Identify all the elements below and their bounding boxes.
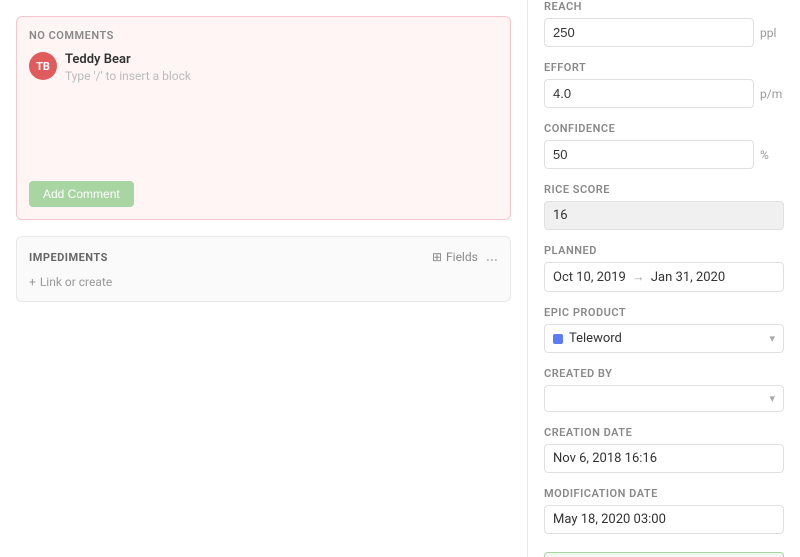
fields-label: Fields <box>446 250 478 264</box>
new-field-relation-button[interactable]: + New Field or Relation <box>544 552 784 557</box>
link-or-create-button[interactable]: + Link or create <box>29 275 498 289</box>
user-name: Teddy Bear <box>65 52 191 67</box>
planned-date-row[interactable]: Oct 10, 2019 → Jan 31, 2020 <box>544 262 784 292</box>
confidence-unit: % <box>760 148 784 162</box>
confidence-field-group: CONFIDENCE % <box>544 122 784 169</box>
plus-icon: + <box>29 275 36 289</box>
impediments-title: IMPEDIMENTS <box>29 251 108 264</box>
fields-icon: ⊞ <box>432 250 442 264</box>
modification-date-label: MODIFICATION DATE <box>544 487 784 500</box>
reach-input-row: ppl <box>544 18 784 47</box>
rice-score-label: RICE SCORE <box>544 183 784 196</box>
reach-unit: ppl <box>760 26 784 40</box>
modification-date-text: May 18, 2020 03:00 <box>553 512 666 527</box>
reach-label: REACH <box>544 0 784 13</box>
effort-input[interactable] <box>544 79 754 108</box>
confidence-label: CONFIDENCE <box>544 122 784 135</box>
comments-section: NO COMMENTS TB Teddy Bear Type '/' to in… <box>16 16 511 220</box>
creation-date-field-group: CREATION DATE Nov 6, 2018 16:16 <box>544 426 784 473</box>
planned-field-group: PLANNED Oct 10, 2019 → Jan 31, 2020 <box>544 244 784 292</box>
effort-unit: p/m <box>760 87 784 101</box>
rice-score-field-group: RICE SCORE 16 <box>544 183 784 230</box>
comment-body-area[interactable] <box>65 91 498 171</box>
epic-product-label: EPIC PRODUCT <box>544 306 784 319</box>
comment-user-row: TB Teddy Bear Type '/' to insert a block <box>29 52 498 83</box>
modification-date-field-group: MODIFICATION DATE May 18, 2020 03:00 <box>544 487 784 534</box>
epic-product-select[interactable]: Teleword ▾ <box>544 324 784 353</box>
left-panel: NO COMMENTS TB Teddy Bear Type '/' to in… <box>0 0 528 557</box>
planned-label: PLANNED <box>544 244 784 257</box>
creation-date-value: Nov 6, 2018 16:16 <box>544 444 784 473</box>
created-by-select[interactable]: ▾ <box>544 385 784 412</box>
creation-date-label: CREATION DATE <box>544 426 784 439</box>
link-create-label: Link or create <box>40 275 112 289</box>
created-by-label: CREATED BY <box>544 367 784 380</box>
impediments-section: IMPEDIMENTS ⊞ Fields ... + Link or creat… <box>16 236 511 302</box>
effort-input-row: p/m <box>544 79 784 108</box>
planned-arrow: → <box>632 269 645 285</box>
epic-value: Teleword <box>569 331 622 346</box>
planned-end: Jan 31, 2020 <box>651 270 725 285</box>
confidence-input-row: % <box>544 140 784 169</box>
chevron-down-icon-2: ▾ <box>769 392 775 405</box>
epic-select-value-row: Teleword <box>553 331 622 346</box>
add-comment-button[interactable]: Add Comment <box>29 181 134 207</box>
comment-placeholder-text: Type '/' to insert a block <box>65 69 191 83</box>
confidence-input[interactable] <box>544 140 754 169</box>
comments-label: NO COMMENTS <box>29 29 498 42</box>
epic-color-dot <box>553 334 563 344</box>
created-by-field-group: CREATED BY ▾ <box>544 367 784 412</box>
planned-start: Oct 10, 2019 <box>553 270 626 285</box>
epic-product-field-group: EPIC PRODUCT Teleword ▾ <box>544 306 784 353</box>
effort-field-group: EFFORT p/m <box>544 61 784 108</box>
modification-date-value: May 18, 2020 03:00 <box>544 505 784 534</box>
impediments-actions: ⊞ Fields ... <box>432 249 498 265</box>
avatar: TB <box>29 52 57 80</box>
reach-input[interactable] <box>544 18 754 47</box>
reach-field-group: REACH ppl <box>544 0 784 47</box>
effort-label: EFFORT <box>544 61 784 74</box>
comment-user-info: Teddy Bear Type '/' to insert a block <box>65 52 191 83</box>
right-panel: REACH ppl EFFORT p/m CONFIDENCE % RICE S… <box>528 0 800 557</box>
impediments-header: IMPEDIMENTS ⊞ Fields ... <box>29 249 498 265</box>
rice-score-value: 16 <box>544 201 784 230</box>
more-button[interactable]: ... <box>486 249 498 265</box>
chevron-down-icon: ▾ <box>769 332 775 345</box>
creation-date-text: Nov 6, 2018 16:16 <box>553 451 657 466</box>
fields-button[interactable]: ⊞ Fields <box>432 250 478 264</box>
